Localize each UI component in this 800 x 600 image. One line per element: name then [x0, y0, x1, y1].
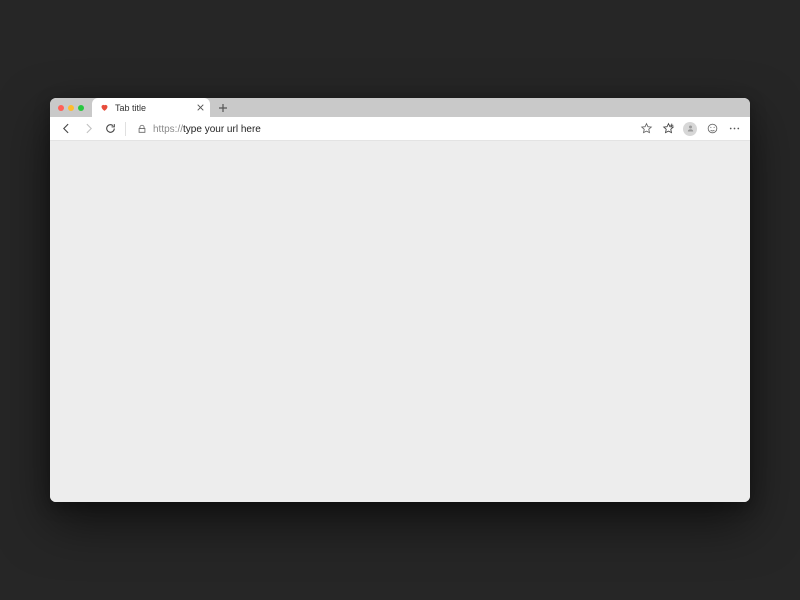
tab-title: Tab title: [115, 103, 190, 113]
more-button[interactable]: [724, 119, 744, 139]
favorite-button[interactable]: [636, 119, 656, 139]
page-content: [50, 141, 750, 502]
window-minimize-button[interactable]: [68, 105, 74, 111]
tab-strip: Tab title: [50, 98, 750, 117]
refresh-button[interactable]: [100, 119, 120, 139]
url-rest: type your url here: [183, 124, 261, 135]
close-icon[interactable]: [196, 104, 204, 112]
window-close-button[interactable]: [58, 105, 64, 111]
browser-tab[interactable]: Tab title: [92, 98, 210, 117]
new-tab-button[interactable]: [214, 99, 232, 117]
browser-window: Tab title https://type your url here: [50, 98, 750, 502]
refresh-icon: [104, 122, 117, 135]
back-button[interactable]: [56, 119, 76, 139]
toolbar-right: [636, 119, 744, 139]
heart-icon: [100, 103, 109, 112]
plus-icon: [218, 103, 228, 113]
url-text: https://type your url here: [153, 123, 261, 135]
window-zoom-button[interactable]: [78, 105, 84, 111]
star-icon: [640, 122, 653, 135]
favorites-list-button[interactable]: [658, 119, 678, 139]
window-controls: [50, 105, 84, 111]
toolbar: https://type your url here: [50, 117, 750, 141]
forward-icon: [82, 122, 95, 135]
lock-icon: [137, 124, 147, 134]
star-plus-icon: [662, 122, 675, 135]
address-bar[interactable]: https://type your url here: [131, 119, 634, 139]
url-protocol: https://: [153, 124, 183, 135]
feedback-button[interactable]: [702, 119, 722, 139]
forward-button[interactable]: [78, 119, 98, 139]
face-icon: [706, 122, 719, 135]
back-icon: [60, 122, 73, 135]
separator: [125, 122, 126, 136]
more-icon: [728, 122, 741, 135]
profile-button[interactable]: [680, 119, 700, 139]
profile-icon: [683, 122, 697, 136]
